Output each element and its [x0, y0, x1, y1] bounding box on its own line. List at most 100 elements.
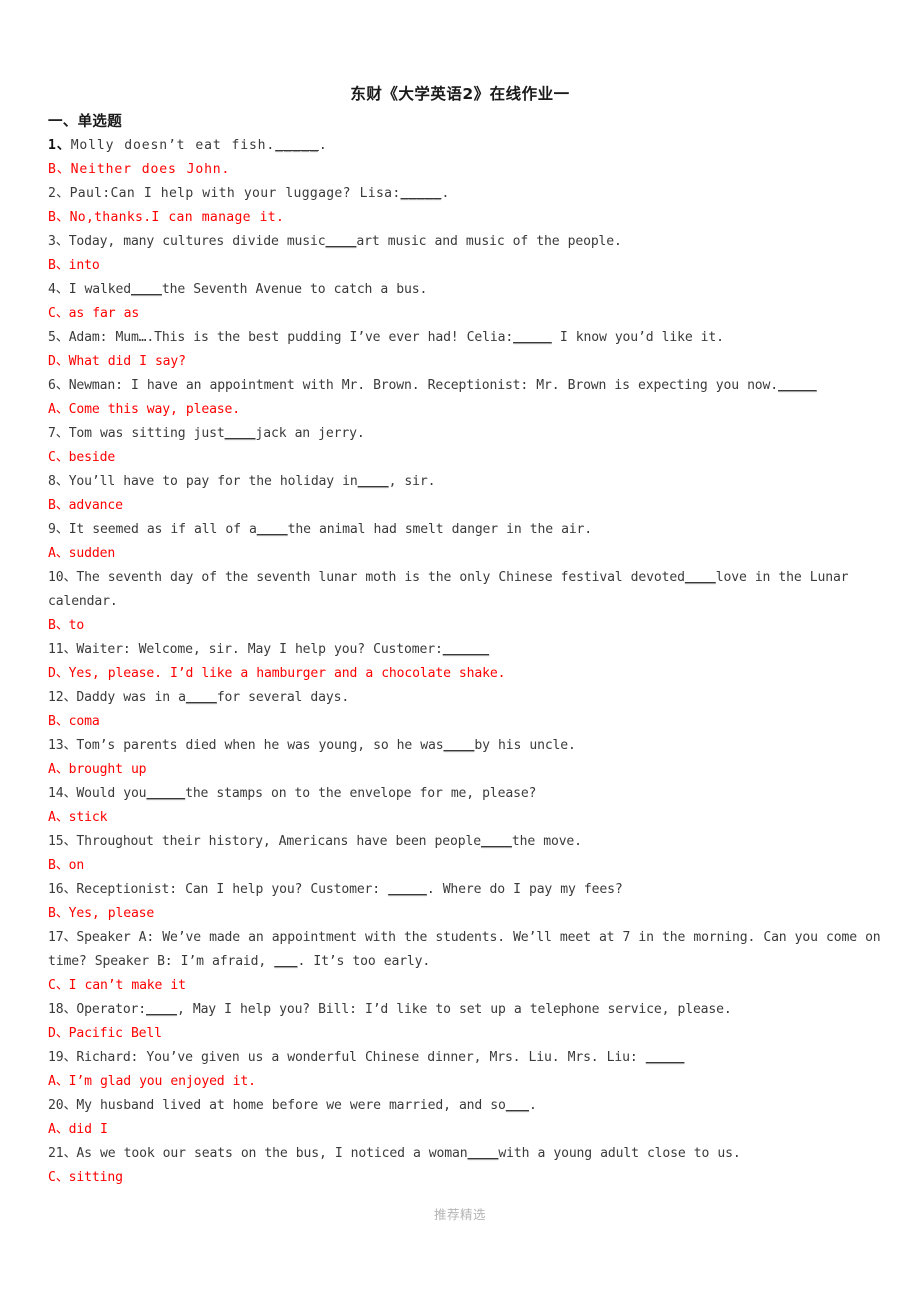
question-line: 14、Would you_____the stamps on to the en…	[48, 782, 904, 806]
question-text: Molly doesn’t eat fish.	[70, 138, 276, 153]
answer-line: B、Yes, please	[48, 906, 155, 921]
answer-blank: ____	[146, 1002, 177, 1017]
question-text-tail: jack an jerry.	[255, 426, 365, 441]
answer-line: B、on	[48, 858, 85, 873]
question-text: Speaker A: We’ve made an appointment wit…	[48, 930, 881, 969]
question-text-tail: , sir.	[388, 474, 436, 489]
question-number: 4、	[48, 282, 69, 297]
answer-line: B、coma	[48, 714, 100, 729]
question-number: 11、	[48, 642, 77, 657]
question-number: 9、	[48, 522, 69, 537]
question-number: 16、	[48, 882, 77, 897]
answer-line: A、brought up	[48, 762, 147, 777]
question-text-tail: the stamps on to the envelope for me, pl…	[185, 786, 537, 801]
question-line: 13、Tom’s parents died when he was young,…	[48, 734, 904, 758]
question-line: 16、Receptionist: Can I help you? Custome…	[48, 878, 904, 902]
question-text: Newman: I have an appointment with Mr. B…	[68, 378, 779, 393]
question-number: 19、	[48, 1050, 77, 1065]
question-number: 12、	[48, 690, 77, 705]
question-text-tail: the Seventh Avenue to catch a bus.	[161, 282, 428, 297]
answer-blank: ____	[684, 570, 716, 585]
answer-line: B、No,thanks.I can manage it.	[48, 210, 285, 225]
question-number: 7、	[48, 426, 69, 441]
question-line: 2、Paul:Can I help with your luggage? Lis…	[48, 182, 904, 206]
question-line: 21、As we took our seats on the bus, I no…	[48, 1142, 904, 1166]
answer-line: D、Yes, please. I’d like a hamburger and …	[48, 666, 506, 681]
answer-blank: ____	[130, 282, 162, 297]
answer-line: D、What did I say?	[48, 354, 186, 369]
answer-blank: ____	[185, 690, 217, 705]
answer-line: C、sitting	[48, 1170, 123, 1185]
question-text-tail: the move.	[511, 834, 582, 849]
answer-blank: ____	[224, 426, 256, 441]
answer-line: B、advance	[48, 498, 123, 513]
question-text: The seventh day of the seventh lunar mot…	[76, 570, 685, 585]
question-text-tail: .	[441, 186, 450, 201]
question-text-tail: the animal had smelt danger in the air.	[287, 522, 593, 537]
question-text: Richard: You’ve given us a wonderful Chi…	[76, 1050, 646, 1065]
answer-blank: ____	[256, 522, 288, 537]
answer-blank: ____	[480, 834, 512, 849]
question-number: 3、	[48, 234, 69, 249]
answer-line: B、Neither does John.	[48, 162, 231, 177]
question-line: 6、Newman: I have an appointment with Mr.…	[48, 374, 904, 398]
answer-blank: ___	[274, 954, 298, 969]
question-text: Receptionist: Can I help you? Customer:	[76, 882, 389, 897]
question-line: 19、Richard: You’ve given us a wonderful …	[48, 1046, 904, 1070]
question-line: 5、Adam: Mum….This is the best pudding I’…	[48, 326, 904, 350]
answer-line: A、did I	[48, 1122, 108, 1137]
question-text: My husband lived at home before we were …	[76, 1098, 506, 1113]
question-text: Today, many cultures divide music	[68, 234, 326, 249]
question-text-tail: .	[528, 1098, 537, 1113]
answer-blank: ___	[505, 1098, 529, 1113]
answer-blank: ____	[325, 234, 357, 249]
document-page: 东财《大学英语2》在线作业一 一、单选题 1、Molly doesn’t eat…	[0, 0, 920, 1302]
answer-line: C、I can’t make it	[48, 978, 186, 993]
answer-blank: ____	[443, 738, 475, 753]
question-text-tail: . Where do I pay my fees?	[426, 882, 623, 897]
question-text-tail: .	[318, 138, 328, 153]
question-text-tail: art music and music of the people.	[356, 234, 622, 249]
question-text: I walked	[68, 282, 131, 297]
question-text: Throughout their history, Americans have…	[76, 834, 481, 849]
page-title: 东财《大学英语2》在线作业一	[350, 85, 570, 103]
answer-blank: _____	[275, 138, 319, 153]
answer-blank: ____	[467, 1146, 499, 1161]
question-text-tail: . It’s too early.	[297, 954, 431, 969]
question-text: Paul:Can I help with your luggage? Lisa:	[69, 186, 401, 201]
question-line: 3、Today, many cultures divide music____a…	[48, 230, 904, 254]
question-line: 15、Throughout their history, Americans h…	[48, 830, 904, 854]
answer-line: D、Pacific Bell	[48, 1026, 162, 1041]
question-number: 14、	[48, 786, 77, 801]
question-text: Tom’s parents died when he was young, so…	[76, 738, 444, 753]
answer-line: A、Come this way, please.	[48, 402, 241, 417]
answer-blank: _____	[778, 378, 817, 393]
question-text: Daddy was in a	[76, 690, 186, 705]
question-text: Adam: Mum….This is the best pudding I’ve…	[68, 330, 514, 345]
section-heading: 一、单选题	[48, 114, 122, 130]
question-number: 18、	[48, 1002, 77, 1017]
question-number: 1、	[48, 138, 71, 153]
answer-line: C、beside	[48, 450, 116, 465]
question-text-tail: , May I help you? Bill: I’d like to set …	[176, 1002, 732, 1017]
question-list: 1、Molly doesn’t eat fish._____. B、Neither…	[48, 134, 904, 1190]
question-text: Tom was sitting just	[68, 426, 225, 441]
answer-blank: _____	[645, 1050, 685, 1065]
question-line: 10、The seventh day of the seventh lunar …	[48, 566, 904, 614]
answer-blank: _____	[400, 186, 442, 201]
answer-line: A、sudden	[48, 546, 116, 561]
question-line: 12、Daddy was in a____for several days.	[48, 686, 904, 710]
question-number: 10、	[48, 570, 77, 585]
answer-blank: _____	[513, 330, 552, 345]
answer-line: A、stick	[48, 810, 108, 825]
answer-blank: _____	[146, 786, 186, 801]
question-number: 15、	[48, 834, 77, 849]
answer-blank: ____	[357, 474, 389, 489]
question-text-tail: for several days.	[216, 690, 350, 705]
question-number: 13、	[48, 738, 77, 753]
question-text-tail: by his uncle.	[474, 738, 576, 753]
question-number: 2、	[48, 186, 70, 201]
question-text: Waiter: Welcome, sir. May I help you? Cu…	[76, 642, 443, 657]
answer-blank: _____	[388, 882, 427, 897]
answer-line: B、to	[48, 618, 85, 633]
